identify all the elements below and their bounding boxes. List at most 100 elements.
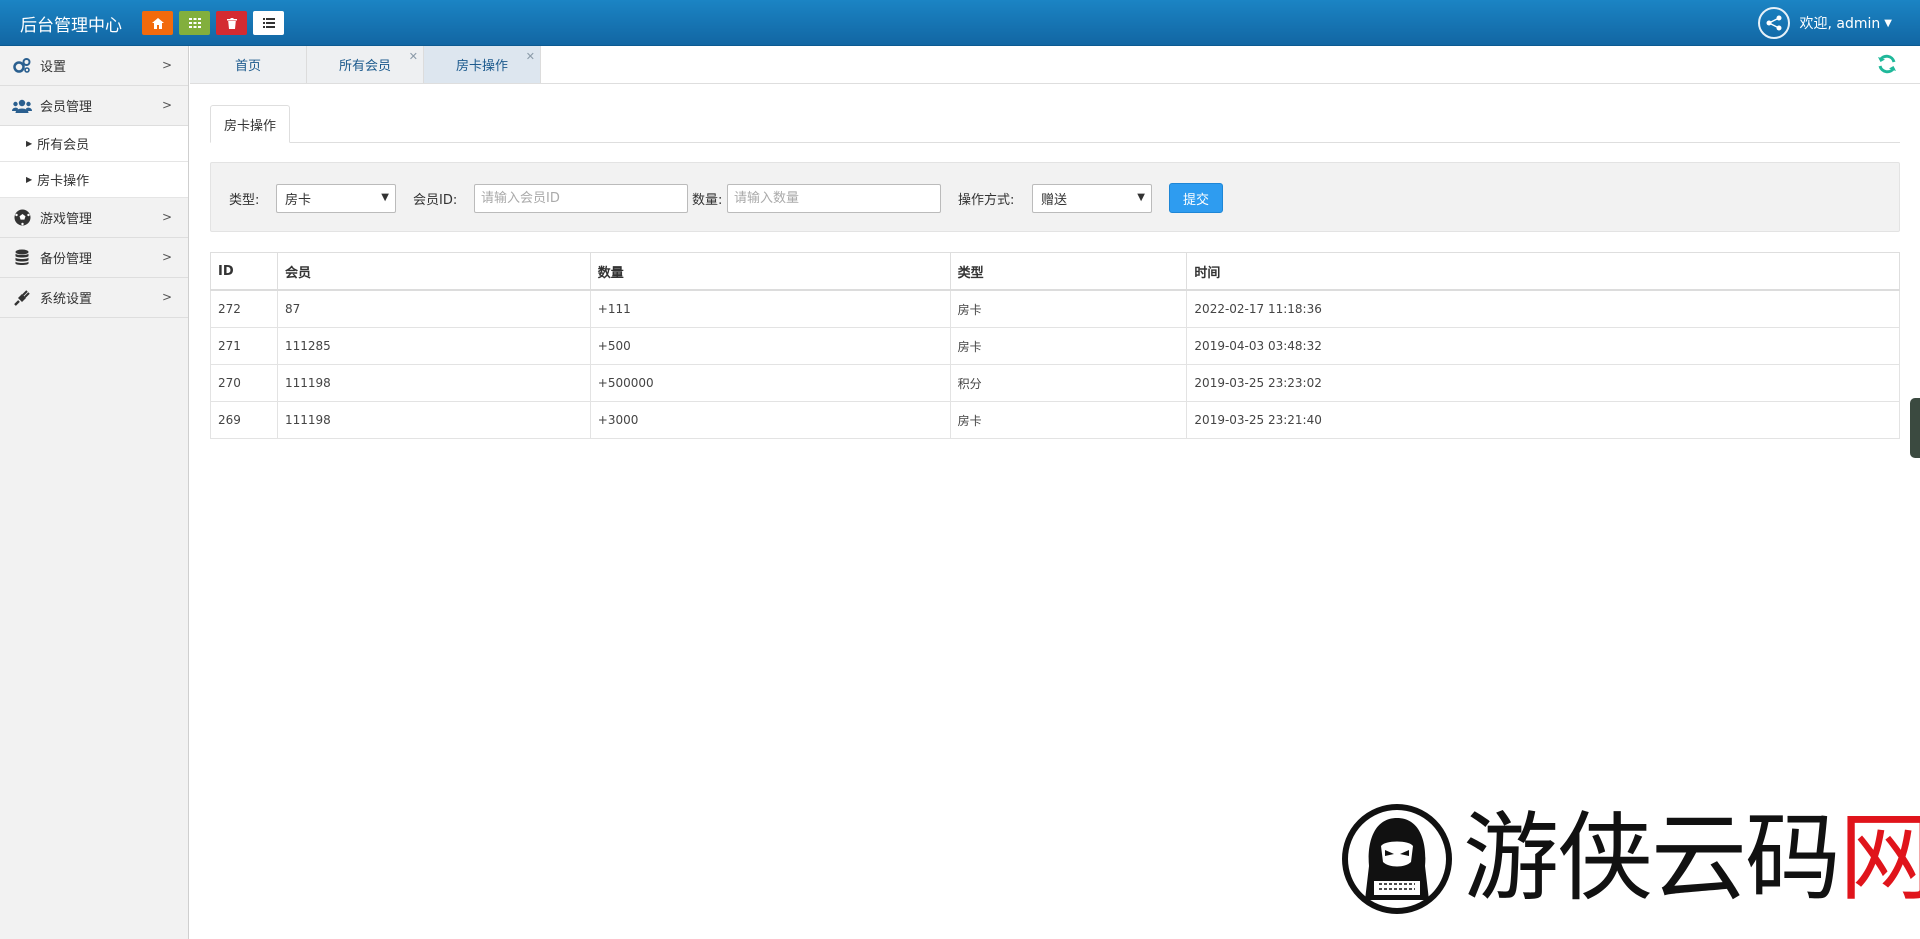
cell-type: 积分 xyxy=(949,364,1188,402)
grid-shortcut-button[interactable] xyxy=(179,11,210,35)
chevron-down-icon: ▼ xyxy=(1137,192,1145,203)
side-scroll-handle[interactable] xyxy=(1910,398,1920,458)
tab-home[interactable]: 首页 xyxy=(190,46,307,83)
tab-label: 所有会员 xyxy=(338,59,391,74)
sidebar-item-label: 设置 xyxy=(40,60,67,75)
watermark-text: 游侠云码网 xyxy=(1463,808,1920,908)
user-avatar xyxy=(1757,7,1790,39)
plug-icon xyxy=(12,289,32,306)
table-row: 272 87 +111 房卡 2022-02-17 11:18:36 xyxy=(210,289,1900,328)
type-label: 类型: xyxy=(229,193,260,208)
sidebar-item-label: 会员管理 xyxy=(40,100,93,115)
method-label: 操作方式: xyxy=(958,193,1015,208)
table-row: 269 111198 +3000 房卡 2019-03-25 23:21:40 xyxy=(210,401,1900,439)
sidebar-item-system-settings[interactable]: 系统设置 > xyxy=(0,278,188,318)
submit-button[interactable]: 提交 xyxy=(1169,183,1223,213)
cell-type: 房卡 xyxy=(949,289,1188,328)
cell-member: 111285 xyxy=(276,327,591,365)
records-table: ID 会员 数量 类型 时间 272 87 +111 房卡 2022-02-17… xyxy=(210,252,1900,439)
method-select[interactable]: 赠送 ▼ xyxy=(1032,184,1152,213)
watermark-title: 游侠云码 xyxy=(1463,802,1841,914)
type-select[interactable]: 房卡 ▼ xyxy=(276,184,396,213)
tab-label: 房卡操作 xyxy=(455,59,508,74)
gears-icon xyxy=(12,57,32,74)
refresh-button[interactable] xyxy=(1874,51,1900,77)
soccer-ball-icon xyxy=(12,209,32,226)
type-select-value: 房卡 xyxy=(285,193,312,208)
home-icon xyxy=(151,17,164,29)
delete-shortcut-button[interactable] xyxy=(216,11,247,35)
tab-label: 首页 xyxy=(234,59,261,74)
cell-quantity: +500000 xyxy=(589,364,951,402)
cell-quantity: +3000 xyxy=(589,401,951,439)
caret-down-icon: ▼ xyxy=(1884,17,1892,29)
sidebar-subitem-all-members[interactable]: ▶ 所有会员 xyxy=(0,126,188,162)
sidebar-item-label: 游戏管理 xyxy=(40,212,93,227)
cell-member: 87 xyxy=(276,289,591,328)
column-header-time: 时间 xyxy=(1186,252,1900,291)
cell-id: 272 xyxy=(210,289,278,328)
sidebar-item-members[interactable]: 会员管理 > xyxy=(0,86,188,126)
sidebar: 设置 > 会员管理 > ▶ 所有会员 ▶ 房卡操作 游戏管理 > 备份管理 > xyxy=(0,46,189,939)
chevron-right-icon: > xyxy=(161,210,172,224)
chevron-right-icon: > xyxy=(161,98,172,112)
column-header-id: ID xyxy=(210,252,278,291)
cell-id: 270 xyxy=(210,364,278,402)
cell-id: 271 xyxy=(210,327,278,365)
sidebar-item-label: 系统设置 xyxy=(40,292,93,307)
chevron-right-icon: > xyxy=(161,250,172,264)
sidebar-item-games[interactable]: 游戏管理 > xyxy=(0,198,188,238)
hacker-mascot-icon xyxy=(1342,804,1452,914)
column-header-member: 会员 xyxy=(276,252,591,291)
user-menu[interactable]: 欢迎, admin ▼ xyxy=(1757,6,1892,40)
cell-type: 房卡 xyxy=(949,401,1188,439)
cell-time: 2019-04-03 03:48:32 xyxy=(1186,327,1900,365)
table-header-row: ID 会员 数量 类型 时间 xyxy=(210,252,1900,291)
inner-tab-room-card[interactable]: 房卡操作 xyxy=(210,105,290,143)
database-icon xyxy=(12,249,32,266)
tab-room-card[interactable]: 房卡操作 ✕ xyxy=(424,46,541,83)
list-icon xyxy=(262,18,275,28)
close-icon[interactable]: ✕ xyxy=(526,50,535,63)
cell-member: 111198 xyxy=(276,401,591,439)
brand-title: 后台管理中心 xyxy=(20,16,122,36)
table-row: 270 111198 +500000 积分 2019-03-25 23:23:0… xyxy=(210,364,1900,402)
grid-icon xyxy=(188,18,201,28)
watermark-logo: 游侠云码网 xyxy=(1335,804,1920,914)
caret-right-icon: ▶ xyxy=(26,175,33,184)
cell-quantity: +500 xyxy=(589,327,951,365)
quantity-input[interactable] xyxy=(727,184,941,213)
chevron-down-icon: ▼ xyxy=(381,192,389,203)
top-navbar: 后台管理中心 欢迎, admin ▼ xyxy=(0,0,1920,46)
cell-id: 269 xyxy=(210,401,278,439)
tab-all-members[interactable]: 所有会员 ✕ xyxy=(307,46,424,83)
cell-type: 房卡 xyxy=(949,327,1188,365)
list-shortcut-button[interactable] xyxy=(253,11,284,35)
close-icon[interactable]: ✕ xyxy=(409,50,418,63)
page-tabs: 首页 所有会员 ✕ 房卡操作 ✕ xyxy=(190,46,1920,84)
cell-time: 2019-03-25 23:21:40 xyxy=(1186,401,1900,439)
cell-time: 2019-03-25 23:23:02 xyxy=(1186,364,1900,402)
trash-icon xyxy=(226,17,237,29)
sidebar-item-backup[interactable]: 备份管理 > xyxy=(0,238,188,278)
watermark-mark: 网 xyxy=(1839,802,1920,914)
cell-time: 2022-02-17 11:18:36 xyxy=(1186,289,1900,328)
user-greeting: 欢迎, admin xyxy=(1799,16,1881,32)
inner-tab-row: 房卡操作 xyxy=(210,104,1900,143)
refresh-icon xyxy=(1878,54,1896,74)
members-submenu: ▶ 所有会员 ▶ 房卡操作 xyxy=(0,126,188,198)
cell-member: 111198 xyxy=(276,364,591,402)
main-content: 房卡操作 类型: 房卡 ▼ 会员ID: 数量: 操作方式: 赠送 ▼ 提交 ID… xyxy=(210,104,1900,439)
sidebar-subitem-room-card[interactable]: ▶ 房卡操作 xyxy=(0,162,188,198)
table-row: 271 111285 +500 房卡 2019-04-03 03:48:32 xyxy=(210,327,1900,365)
quantity-label: 数量: xyxy=(692,193,723,208)
sidebar-subitem-label: 所有会员 xyxy=(37,138,90,153)
home-shortcut-button[interactable] xyxy=(142,11,173,35)
caret-right-icon: ▶ xyxy=(26,139,33,148)
column-header-type: 类型 xyxy=(949,252,1188,291)
sidebar-item-label: 备份管理 xyxy=(40,252,93,267)
method-select-value: 赠送 xyxy=(1041,193,1068,208)
room-card-form: 类型: 房卡 ▼ 会员ID: 数量: 操作方式: 赠送 ▼ 提交 xyxy=(210,162,1900,232)
member-id-input[interactable] xyxy=(474,184,688,213)
sidebar-item-settings[interactable]: 设置 > xyxy=(0,46,188,86)
